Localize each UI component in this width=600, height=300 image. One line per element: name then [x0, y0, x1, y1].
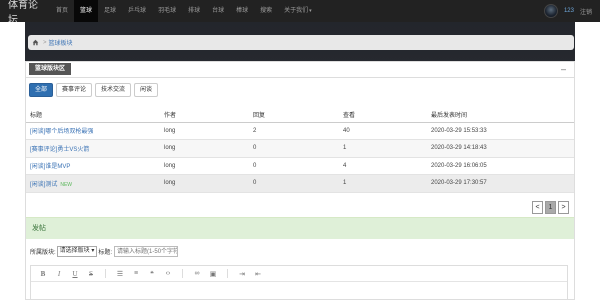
post-last-time: 2020-03-29 16:06:05: [427, 157, 574, 175]
next-page-button[interactable]: >: [558, 201, 569, 214]
panel-header: 篮球版块区 –: [26, 62, 574, 78]
link-icon[interactable]: ∞: [189, 270, 205, 277]
image-icon[interactable]: ▣: [205, 270, 221, 278]
section-select-value: 请选择版块: [59, 248, 90, 254]
section-title: 篮球版块区: [29, 63, 72, 75]
compose-form-row: 所属版块: 请选择版块 ▾ 标题:: [30, 246, 179, 257]
post-views: 1: [339, 139, 427, 158]
table-row: [赛事评论]勇士VS火箭 long 0 1 2020-03-29 14:18:4…: [26, 139, 574, 158]
table-row: [闲谈]谁是MVP long 0 4 2020-03-29 16:06:05: [26, 157, 574, 175]
code-icon[interactable]: ‹›: [160, 270, 176, 277]
tab-chat[interactable]: 闲谈: [134, 83, 159, 97]
post-replies: 0: [249, 174, 339, 193]
post-last-time: 2020-03-29 14:18:43: [427, 139, 574, 158]
breadcrumb: > 篮球板块: [28, 35, 574, 50]
post-author: long: [160, 139, 249, 158]
column-header-replies[interactable]: 回复: [249, 107, 339, 123]
new-badge: NEW: [60, 181, 73, 188]
nav-item-football[interactable]: 足球: [98, 0, 122, 22]
column-header-title[interactable]: 标题: [26, 107, 160, 123]
section-select[interactable]: 请选择版块 ▾: [56, 246, 98, 257]
collapse-icon[interactable]: –: [561, 64, 566, 74]
post-title-cell: [闲谈]谁是MVP: [26, 157, 160, 175]
title-input-label: 标题:: [98, 250, 113, 256]
post-replies: 0: [249, 157, 339, 175]
select-caret-icon: ▾: [91, 248, 95, 254]
post-author: long: [160, 122, 249, 140]
breadcrumb-current[interactable]: 篮球板块: [49, 38, 73, 47]
table-row: [闲谈]测试 NEW long 0 1 2020-03-29 17:30:57: [26, 174, 574, 193]
post-last-time: 2020-03-29 15:53:33: [427, 122, 574, 140]
column-header-author[interactable]: 作者: [160, 107, 249, 123]
nav-menu: 首页 篮球 足球 乒乓球 羽毛球 排球 台球 棒球 搜索 关于我们▾: [50, 0, 318, 22]
post-replies: 2: [249, 122, 339, 140]
post-title-cell: [闲谈]哪个后场双枪最强: [26, 122, 160, 140]
tab-tech-exchange[interactable]: 技术交流: [95, 83, 132, 97]
post-title-link[interactable]: [闲谈]谁是MVP: [30, 164, 70, 170]
post-views: 4: [339, 157, 427, 175]
post-author: long: [160, 174, 249, 193]
nav-item-about[interactable]: 关于我们▾: [278, 0, 318, 22]
indent-icon[interactable]: ⇥: [234, 270, 250, 278]
rich-text-editor: B I U S ☰ ≡ ❝ ‹› ∞ ▣ ⇥ ⇤: [30, 265, 568, 300]
nav-item-badminton[interactable]: 羽毛球: [152, 0, 182, 22]
post-title-cell: [闲谈]测试 NEW: [26, 174, 160, 193]
nav-item-billiards[interactable]: 台球: [206, 0, 230, 22]
quote-icon[interactable]: ❝: [144, 270, 160, 278]
pagination: < 1 >: [532, 201, 569, 214]
title-input[interactable]: [114, 246, 179, 257]
underline-icon[interactable]: U: [67, 270, 83, 278]
nav-username[interactable]: 123: [564, 8, 574, 14]
column-header-last-post[interactable]: 最后发表时间: [427, 107, 574, 123]
posts-table: 标题 作者 回复 查看 最后发表时间 [闲谈]哪个后场双枪最强 long 2 4…: [26, 107, 574, 193]
caret-down-icon: ▾: [309, 8, 312, 14]
tab-all[interactable]: 全部: [29, 83, 54, 97]
nav-item-volleyball[interactable]: 排球: [182, 0, 206, 22]
toolbar-divider: [227, 269, 228, 278]
top-navbar: 体育论坛 首页 篮球 足球 乒乓球 羽毛球 排球 台球 棒球 搜索 关于我们▾ …: [0, 0, 600, 26]
current-page-button[interactable]: 1: [545, 201, 556, 214]
avatar[interactable]: [543, 4, 558, 18]
breadcrumb-separator: >: [43, 39, 47, 46]
post-title-cell: [赛事评论]勇士VS火箭: [26, 139, 160, 158]
post-views: 40: [339, 122, 427, 140]
nav-item-search[interactable]: 搜索: [254, 0, 278, 22]
strikethrough-icon[interactable]: S: [83, 270, 99, 278]
post-title-link[interactable]: [闲谈]哪个后场双枪最强: [30, 129, 93, 135]
board-panel: 篮球版块区 – 全部 赛事评论 技术交流 闲谈 标题 作者 回复 查看 最后发表…: [25, 61, 575, 300]
table-header-row: 标题 作者 回复 查看 最后发表时间: [26, 107, 574, 123]
right-gutter: [575, 22, 600, 300]
post-views: 1: [339, 174, 427, 193]
home-icon[interactable]: [32, 39, 39, 46]
ordered-list-icon[interactable]: ☰: [112, 270, 128, 278]
toolbar-divider: [182, 269, 183, 278]
post-last-time: 2020-03-29 17:30:57: [427, 174, 574, 193]
italic-icon[interactable]: I: [51, 270, 67, 278]
post-title-link[interactable]: [赛事评论]勇士VS火箭: [30, 147, 89, 153]
prev-page-button[interactable]: <: [532, 201, 543, 214]
column-header-views[interactable]: 查看: [339, 107, 427, 123]
nav-user-area: 123 注销: [543, 0, 592, 22]
compose-header: 发帖: [26, 217, 574, 239]
section-select-label: 所属版块:: [30, 250, 56, 256]
logout-link[interactable]: 注销: [580, 7, 592, 16]
nav-item-home[interactable]: 首页: [50, 0, 74, 22]
outdent-icon[interactable]: ⇤: [250, 270, 266, 278]
bold-icon[interactable]: B: [35, 270, 51, 278]
nav-item-basketball[interactable]: 篮球: [74, 0, 99, 22]
left-gutter: [0, 22, 25, 300]
toolbar-divider: [105, 269, 106, 278]
post-replies: 0: [249, 139, 339, 158]
post-title-link[interactable]: [闲谈]测试: [30, 182, 57, 188]
nav-item-about-label: 关于我们: [284, 8, 309, 14]
category-tabs: 全部 赛事评论 技术交流 闲谈: [29, 83, 159, 97]
tab-match-review[interactable]: 赛事评论: [56, 83, 93, 97]
nav-item-pingpong[interactable]: 乒乓球: [122, 0, 152, 22]
post-author: long: [160, 157, 249, 175]
editor-toolbar: B I U S ☰ ≡ ❝ ‹› ∞ ▣ ⇥ ⇤: [31, 266, 567, 282]
table-row: [闲谈]哪个后场双枪最强 long 2 40 2020-03-29 15:53:…: [26, 122, 574, 140]
unordered-list-icon[interactable]: ≡: [128, 270, 144, 277]
nav-item-baseball[interactable]: 棒球: [230, 0, 254, 22]
